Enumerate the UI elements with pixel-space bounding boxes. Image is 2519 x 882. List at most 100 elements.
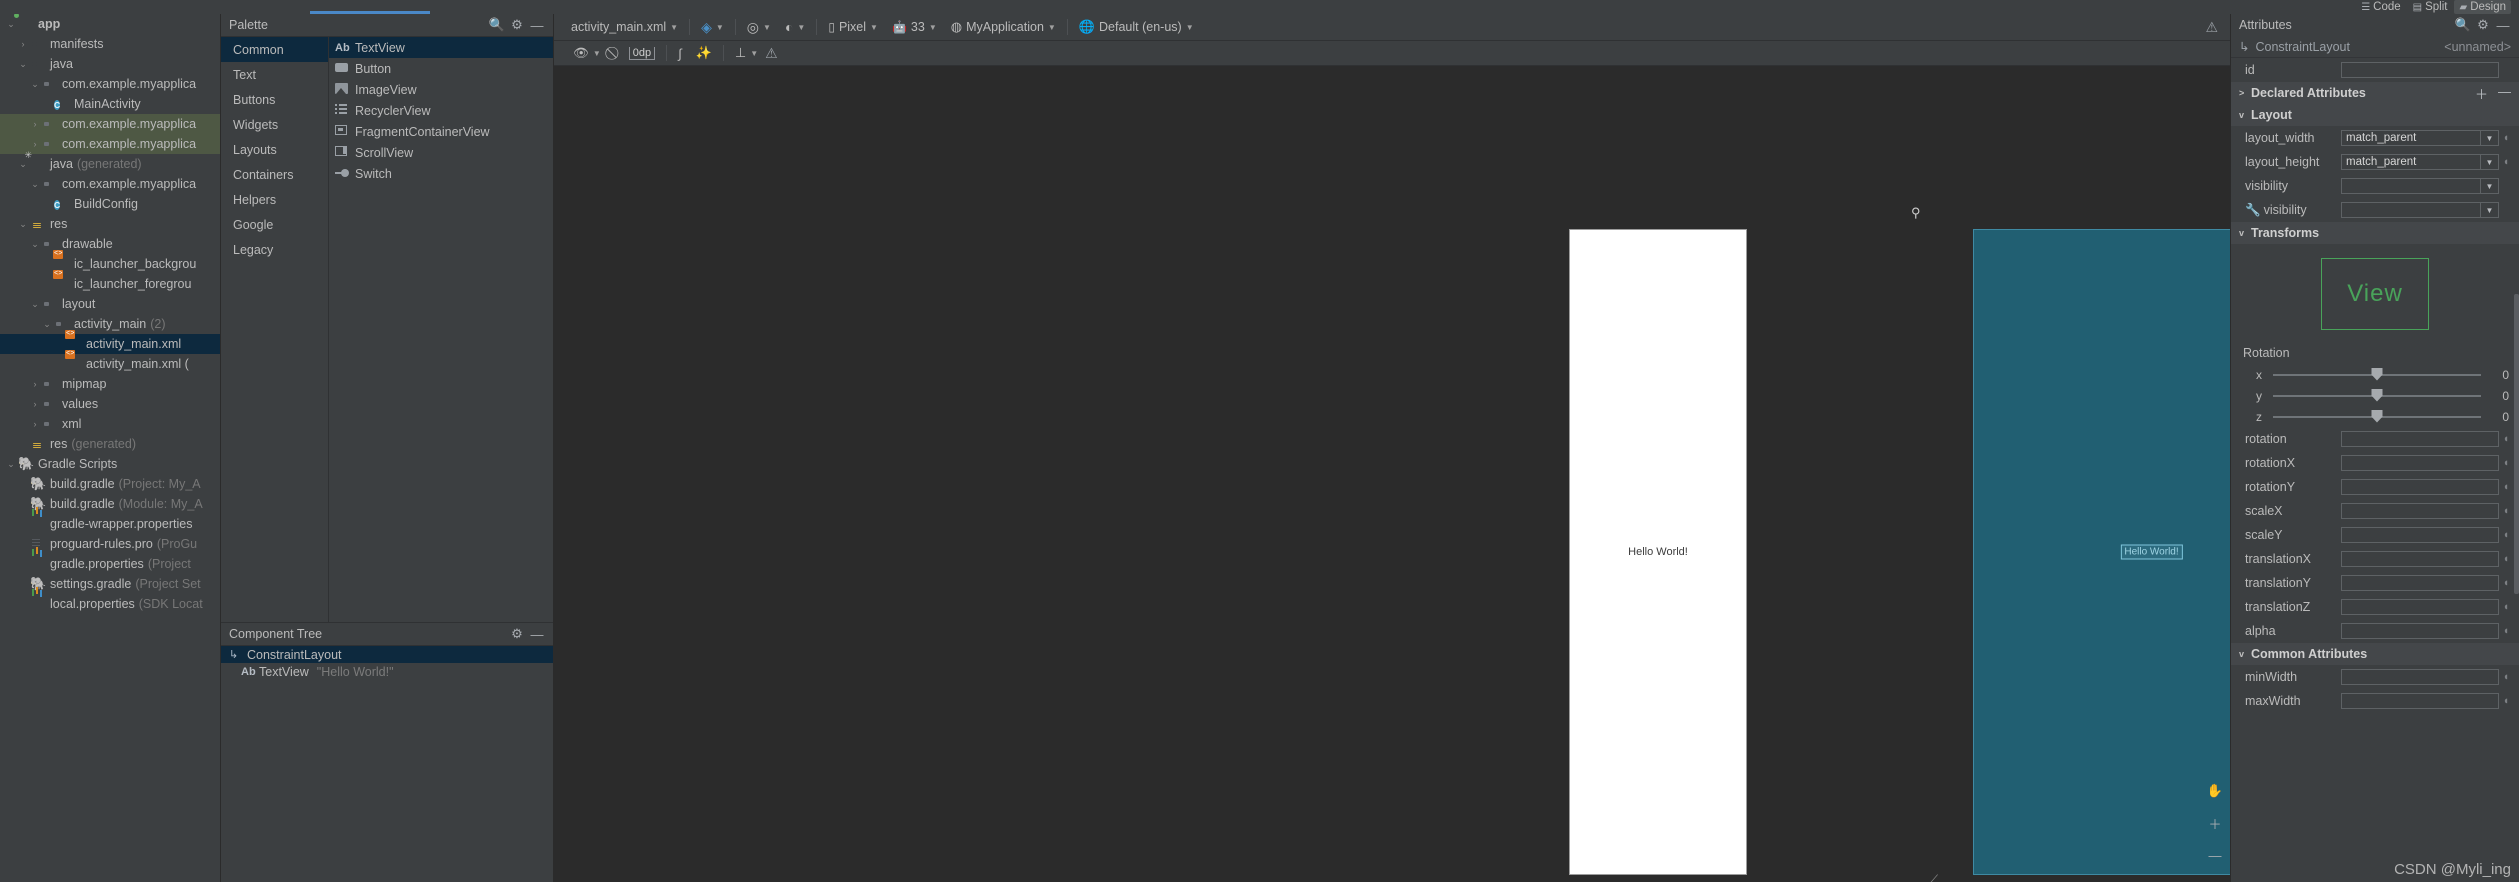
palette-item-imageview[interactable]: ImageView [329,79,553,100]
attribute-link-icon[interactable]: ◖ [2499,577,2513,589]
slider-track[interactable] [2273,367,2481,381]
chevron-down-icon[interactable]: ▼ [2480,131,2498,145]
attribute-input-alpha[interactable] [2341,623,2499,639]
palette-category-google[interactable]: Google [221,212,328,237]
slider-track[interactable] [2273,409,2481,423]
locale-selector[interactable]: 🌐 Default (en-us) ▼ [1072,17,1201,37]
slider-thumb[interactable] [2371,367,2383,381]
attribute-link-icon[interactable]: ◖ [2499,671,2513,683]
slider-thumb[interactable] [2371,409,2383,423]
palette-category-text[interactable]: Text [221,62,328,87]
orientation-button[interactable]: ◎ ▼ [740,17,778,37]
project-tree-row[interactable]: ⌄ app [0,14,220,34]
project-tree-row[interactable]: ›activity_main.xml [0,334,220,354]
search-icon[interactable]: 🔍 [487,17,507,33]
attribute-input-minWidth[interactable] [2341,669,2499,685]
project-tree-row[interactable]: ⌄ activity_main (2) [0,314,220,334]
design-canvas[interactable]: ⚲ Hello World! ⚲ Hello World! ⟋ ✋ ＋ — 1:… [554,66,2230,882]
attribute-link-icon[interactable]: ◖ [2499,132,2513,144]
api-level-selector[interactable]: 🤖 33 ▼ [885,17,944,37]
tree-expand-arrow[interactable]: › [28,119,42,129]
device-selector[interactable]: ▯ Pixel ▼ [821,17,885,37]
zoom-in-icon[interactable]: ＋ [2206,814,2224,832]
minimize-icon[interactable]: — [2493,18,2513,33]
attribute-link-icon[interactable]: ◖ [2499,695,2513,707]
palette-category-layouts[interactable]: Layouts [221,137,328,162]
attribute-input-translationX[interactable] [2341,551,2499,567]
mode-button-split[interactable]: ▤ Split [2408,0,2453,14]
attribute-link-icon[interactable]: ◖ [2499,625,2513,637]
default-margin-button[interactable]: 0dp [622,43,662,63]
view-transform-preview[interactable]: View [2321,258,2429,330]
project-tree-row[interactable]: ⌄ drawable [0,234,220,254]
project-tree-row[interactable]: ⌄ 🐘 Gradle Scripts [0,454,220,474]
chevron-down-icon[interactable]: ▼ [2480,179,2498,193]
project-tree-row[interactable]: ⌄ java (generated) [0,154,220,174]
gear-icon[interactable]: ⚙ [2473,17,2493,33]
rotation-slider-y[interactable]: y0 [2231,385,2519,406]
pan-hand-icon[interactable]: ✋ [2206,782,2224,800]
zoom-actual-icon[interactable]: 1:1 [2206,878,2224,882]
mode-button-code[interactable]: ☰ Code [2356,0,2405,14]
project-tree-row[interactable]: › values [0,394,220,414]
attribute-link-icon[interactable]: ◖ [2499,529,2513,541]
tree-expand-arrow[interactable]: ⌄ [28,299,42,310]
device-preview-design[interactable]: Hello World! [1569,229,1747,875]
canvas-zoom-tools[interactable]: ✋ ＋ — 1:1 ⛶ [2206,782,2224,882]
zoom-out-icon[interactable]: — [2206,846,2224,864]
plus-icon[interactable]: ＋ [2475,84,2488,103]
palette-category-helpers[interactable]: Helpers [221,187,328,212]
search-icon[interactable]: 🔍 [2453,17,2473,33]
tree-expand-arrow[interactable]: ⌄ [4,459,18,470]
tree-expand-arrow[interactable]: › [28,379,42,389]
project-tree-row[interactable]: › mipmap [0,374,220,394]
section-declared-attributes[interactable]: > Declared Attributes ＋ — [2231,82,2519,104]
clear-constraints-button[interactable]: ⃠ [608,43,622,63]
project-tree-row[interactable]: ›activity_main.xml ( [0,354,220,374]
gear-icon[interactable]: ⚙ [507,17,527,33]
minimize-icon[interactable]: — [527,18,547,33]
minus-icon[interactable]: — [2498,84,2511,103]
rotation-slider-z[interactable]: z0 [2231,406,2519,427]
palette-item-fragmentcontainerview[interactable]: FragmentContainerView [329,121,553,142]
tree-expand-arrow[interactable]: › [28,399,42,409]
project-tree-row[interactable]: ›gradle.properties(Project [0,554,220,574]
attribute-input-scaleX[interactable] [2341,503,2499,519]
project-tree-row[interactable]: ⌄ com.example.myapplica [0,74,220,94]
warning-icon[interactable]: ⚠ [2205,19,2230,36]
project-tree-row[interactable]: › com.example.myapplica [0,114,220,134]
section-common-attributes[interactable]: v Common Attributes [2231,643,2519,665]
design-surface-mode-button[interactable]: ◈ ▼ [694,17,731,37]
project-tree-row[interactable]: › manifests [0,34,220,54]
attribute-input-rotationX[interactable] [2341,455,2499,471]
palette-item-textview[interactable]: Ab TextView [329,37,553,58]
attribute-input-layout_width[interactable]: match_parent ▼ [2341,130,2499,146]
project-tree-row[interactable]: ⌄ layout [0,294,220,314]
gear-icon[interactable]: ⚙ [507,626,527,642]
autoconnect-button[interactable]: ∫ [671,43,689,63]
project-tree[interactable]: ⌄ app › manifests ⌄ java ⌄ com.example.myapplic… [0,14,220,882]
theme-mode-button[interactable]: ◐ ▼ [778,17,812,37]
warning-icon[interactable]: ⚠ [765,45,790,62]
project-tree-row[interactable]: ⌄ java [0,54,220,74]
component-tree-row[interactable]: Ab TextView "Hello World!" [221,663,553,680]
tree-expand-arrow[interactable]: › [28,139,42,149]
view-options-button[interactable]: 👁 ▼ [566,43,608,63]
palette-category-common[interactable]: Common [221,37,328,62]
project-tree-row[interactable]: ›CBuildConfig [0,194,220,214]
palette-item-recyclerview[interactable]: RecyclerView [329,100,553,121]
rotation-sliders[interactable]: x0y0z0 [2231,364,2519,427]
project-tree-row[interactable]: ›🐘build.gradle(Project: My_A [0,474,220,494]
tree-expand-arrow[interactable]: › [28,419,42,429]
editor-mode-bar[interactable]: ☰ Code ▤ Split ▰ Design [2356,0,2511,14]
attribute-input-rotationY[interactable] [2341,479,2499,495]
palette-category-containers[interactable]: Containers [221,162,328,187]
device-preview-blueprint[interactable]: Hello World! [1973,229,2230,875]
palette-category-widgets[interactable]: Widgets [221,112,328,137]
project-tree-row[interactable]: ›ic_launcher_foregrou [0,274,220,294]
infer-constraints-button[interactable]: ✨ [689,43,719,63]
blueprint-hello-world-text[interactable]: Hello World! [2120,544,2183,560]
mode-button-design[interactable]: ▰ Design [2454,0,2511,14]
attribute-link-icon[interactable]: ◖ [2499,156,2513,168]
attribute-link-icon[interactable]: ◖ [2499,433,2513,445]
